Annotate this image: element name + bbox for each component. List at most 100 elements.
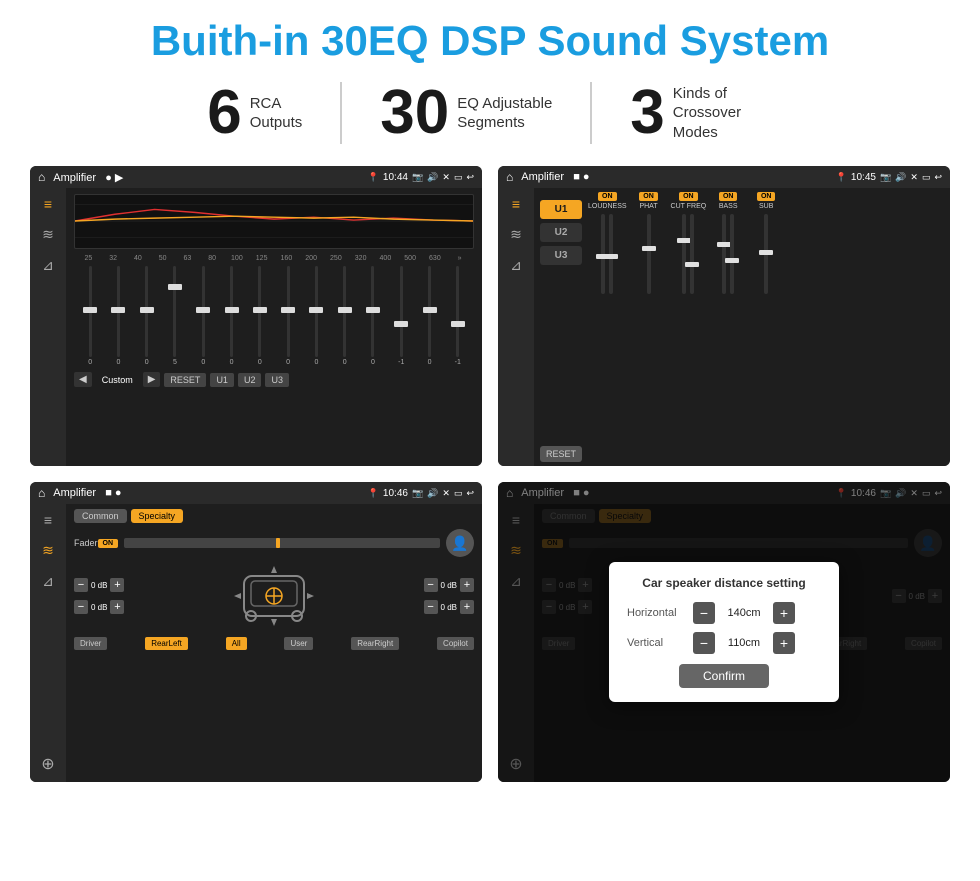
wave-icon-2[interactable]: ≋ — [510, 226, 522, 243]
back-icon-2[interactable]: ↩ — [934, 172, 942, 183]
loudness-slider-r[interactable] — [609, 214, 613, 294]
rearright-btn[interactable]: RearRight — [351, 637, 399, 650]
right-top-minus[interactable]: − — [424, 578, 438, 592]
eq-custom-btn[interactable]: Custom — [96, 373, 139, 387]
eq-thumb-11[interactable] — [366, 307, 380, 313]
profile-icon[interactable]: 👤 — [446, 529, 474, 557]
eq-thumb-7[interactable] — [253, 307, 267, 313]
u2-btn[interactable]: U2 — [540, 223, 582, 242]
eq-slider-col-12[interactable]: -1 — [389, 266, 413, 366]
eq-icon-3[interactable]: ≡ — [44, 512, 52, 528]
vertical-plus-btn[interactable]: + — [773, 632, 795, 654]
eq-slider-col-3[interactable]: 0 — [135, 266, 159, 366]
spk-icon-3[interactable]: ⊿ — [42, 573, 54, 590]
left-bot-plus[interactable]: + — [110, 600, 124, 614]
eq-slider-col-11[interactable]: 0 — [361, 266, 385, 366]
eq-slider-col-8[interactable]: 0 — [276, 266, 300, 366]
screen-distance: ⌂ Amplifier ■ ● 📍 10:46 📷 🔊 ✕ ▭ ↩ ≡ ≋ ⊿ — [498, 482, 950, 782]
eq-slider-col-13[interactable]: 0 — [417, 266, 441, 366]
vertical-minus-btn[interactable]: − — [693, 632, 715, 654]
eq-u3-btn[interactable]: U3 — [265, 373, 289, 387]
screen2-title: Amplifier ■ ● — [521, 171, 831, 183]
u3-btn[interactable]: U3 — [540, 246, 582, 265]
status-icons-2: 📍 10:45 📷 🔊 ✕ ▭ ↩ — [836, 172, 942, 183]
eq-slider-col-14[interactable]: -1 — [446, 266, 470, 366]
right-bot-plus[interactable]: + — [460, 600, 474, 614]
cutfreq-thumb-r[interactable] — [685, 262, 699, 267]
copilot-btn[interactable]: Copilot — [437, 637, 474, 650]
car-diagram — [229, 561, 319, 631]
eq-thumb-9[interactable] — [309, 307, 323, 313]
eq-u1-btn[interactable]: U1 — [210, 373, 234, 387]
eq-slider-col-1[interactable]: 0 — [78, 266, 102, 366]
back-icon-3[interactable]: ↩ — [466, 488, 474, 499]
eq-thumb-10[interactable] — [338, 307, 352, 313]
eq-prev-btn[interactable]: ◀ — [74, 372, 92, 387]
left-top-plus[interactable]: + — [110, 578, 124, 592]
spk-icon[interactable]: ⊿ — [42, 257, 54, 274]
volume-icon-1: 🔊 — [427, 172, 438, 183]
back-icon-1[interactable]: ↩ — [466, 172, 474, 183]
eq-thumb-8[interactable] — [281, 307, 295, 313]
bass-slider-r[interactable] — [730, 214, 734, 294]
eq-reset-btn[interactable]: RESET — [164, 373, 206, 387]
wave-icon[interactable]: ≋ — [42, 226, 54, 243]
left-bot-minus[interactable]: − — [74, 600, 88, 614]
eq-thumb-5[interactable] — [196, 307, 210, 313]
common-tab[interactable]: Common — [74, 509, 127, 523]
eq-icon-2[interactable]: ≡ — [512, 196, 520, 212]
right-top-plus[interactable]: + — [460, 578, 474, 592]
confirm-button[interactable]: Confirm — [679, 664, 769, 688]
wave-icon-3[interactable]: ≋ — [42, 542, 54, 559]
phat-thumb[interactable] — [642, 246, 656, 251]
fader-slider[interactable] — [124, 538, 440, 548]
eq-slider-col-2[interactable]: 0 — [106, 266, 130, 366]
home-icon-1[interactable]: ⌂ — [38, 170, 45, 184]
phat-slider[interactable] — [647, 214, 651, 294]
eq-thumb-3[interactable] — [140, 307, 154, 313]
sub-slider[interactable] — [764, 214, 768, 294]
eq-thumb-14[interactable] — [451, 321, 465, 327]
spk-icon-2[interactable]: ⊿ — [510, 257, 522, 274]
freq-630: 630 — [423, 255, 448, 262]
left-top-minus[interactable]: − — [74, 578, 88, 592]
bass-slider-l[interactable] — [722, 214, 726, 294]
eq-thumb-6[interactable] — [225, 307, 239, 313]
horizontal-minus-btn[interactable]: − — [693, 602, 715, 624]
bass-thumb-l[interactable] — [717, 242, 731, 247]
eq-slider-col-6[interactable]: 0 — [219, 266, 243, 366]
driver-btn[interactable]: Driver — [74, 637, 107, 650]
cutfreq-slider-l[interactable] — [682, 214, 686, 294]
right-bot-minus[interactable]: − — [424, 600, 438, 614]
bass-thumb-r[interactable] — [725, 258, 739, 263]
eq-thumb-12[interactable] — [394, 321, 408, 327]
eq-slider-col-10[interactable]: 0 — [333, 266, 357, 366]
rearleft-btn[interactable]: RearLeft — [145, 637, 188, 650]
freq-200: 200 — [299, 255, 324, 262]
user-btn[interactable]: User — [284, 637, 313, 650]
sub-thumb[interactable] — [759, 250, 773, 255]
eq-u2-btn[interactable]: U2 — [238, 373, 262, 387]
eq-next-btn[interactable]: ▶ — [143, 372, 161, 387]
eq-thumb-1[interactable] — [83, 307, 97, 313]
amp-reset-btn[interactable]: RESET — [540, 446, 582, 462]
cutfreq-slider-r[interactable] — [690, 214, 694, 294]
home-icon-3[interactable]: ⌂ — [38, 486, 45, 500]
eq-thumb-4[interactable] — [168, 284, 182, 290]
horizontal-value: 140cm — [719, 607, 769, 619]
u1-btn[interactable]: U1 — [540, 200, 582, 219]
eq-slider-col-7[interactable]: 0 — [248, 266, 272, 366]
eq-slider-col-4[interactable]: 5 — [163, 266, 187, 366]
horizontal-plus-btn[interactable]: + — [773, 602, 795, 624]
loudness-thumb-r[interactable] — [604, 254, 618, 259]
expand-icon-3[interactable]: ⊕ — [41, 754, 54, 774]
cutfreq-thumb-l[interactable] — [677, 238, 691, 243]
eq-slider-col-9[interactable]: 0 — [304, 266, 328, 366]
eq-icon[interactable]: ≡ — [44, 196, 52, 212]
eq-thumb-13[interactable] — [423, 307, 437, 313]
eq-thumb-2[interactable] — [111, 307, 125, 313]
specialty-tab[interactable]: Specialty — [131, 509, 184, 523]
eq-slider-col-5[interactable]: 0 — [191, 266, 215, 366]
home-icon-2[interactable]: ⌂ — [506, 170, 513, 184]
all-btn[interactable]: All — [226, 637, 247, 650]
